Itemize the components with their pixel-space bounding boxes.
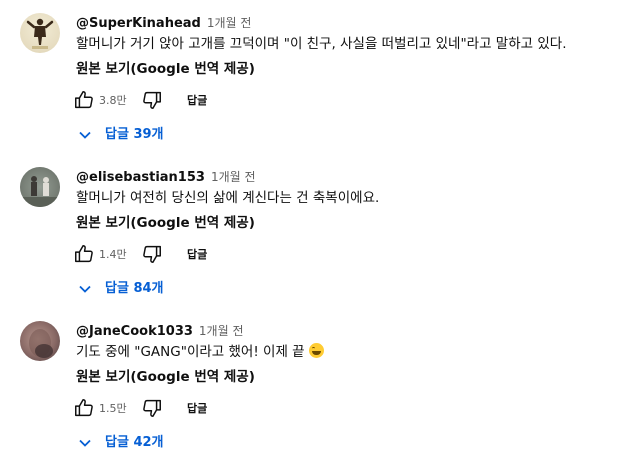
chevron-down-icon [79,285,91,293]
reply-button[interactable]: 답글 [187,246,207,262]
dislike-button[interactable] [141,397,163,419]
thumbs-down-icon [143,91,161,109]
author-handle[interactable]: @elisebastian153 [76,170,205,185]
comment-text: 할머니가 거기 앉아 고개를 끄덕이며 "이 친구, 사실을 떠벌리고 있네"라… [76,36,567,52]
like-count: 1.4만 [99,248,127,261]
avatar-image [20,167,60,207]
replies-count: 답글 84개 [105,281,164,296]
like-count: 1.5만 [99,402,127,415]
translate-toggle[interactable]: 원본 보기(Google 번역 제공) [76,368,255,386]
chevron-down-icon [79,439,91,447]
author-handle[interactable]: @SuperKinahead [76,16,201,31]
thumbs-down-icon [143,245,161,263]
like-button[interactable] [73,89,95,111]
avatar-image [29,329,53,358]
thumbs-up-icon [75,399,93,417]
comment-time[interactable]: 1개월 전 [211,170,256,184]
comment-text: 기도 중에 "GANG"이라고 했어! 이제 끝 [76,342,324,362]
comment-header: @JaneCook1033 1개월 전 [76,321,244,339]
comment-header: @elisebastian153 1개월 전 [76,167,256,185]
like-button[interactable] [73,243,95,265]
translate-toggle[interactable]: 원본 보기(Google 번역 제공) [76,214,255,232]
like-count: 3.8만 [99,94,127,107]
comment-time[interactable]: 1개월 전 [207,16,252,30]
comment-time[interactable]: 1개월 전 [199,324,244,338]
thumbs-down-icon [143,399,161,417]
avatar[interactable] [20,167,60,207]
thumbs-up-icon [75,91,93,109]
author-handle[interactable]: @JaneCook1033 [76,324,193,339]
dislike-button[interactable] [141,89,163,111]
reply-button[interactable]: 답글 [187,400,207,416]
replies-count: 답글 42개 [105,435,164,450]
comment-text: 할머니가 여전히 당신의 삶에 계신다는 건 축복이에요. [76,190,380,206]
comment-header: @SuperKinahead 1개월 전 [76,13,251,31]
avatar[interactable] [20,321,60,361]
comment-text-body: 기도 중에 "GANG"이라고 했어! 이제 끝 [76,344,305,360]
avatar-image [26,18,54,49]
laughing-emoji-icon [308,343,324,358]
reply-button[interactable]: 답글 [187,92,207,108]
avatar[interactable] [20,13,60,53]
thumbs-up-icon [75,245,93,263]
like-button[interactable] [73,397,95,419]
dislike-button[interactable] [141,243,163,265]
replies-count: 답글 39개 [105,127,164,142]
translate-toggle[interactable]: 원본 보기(Google 번역 제공) [76,60,255,78]
chevron-down-icon [79,131,91,139]
